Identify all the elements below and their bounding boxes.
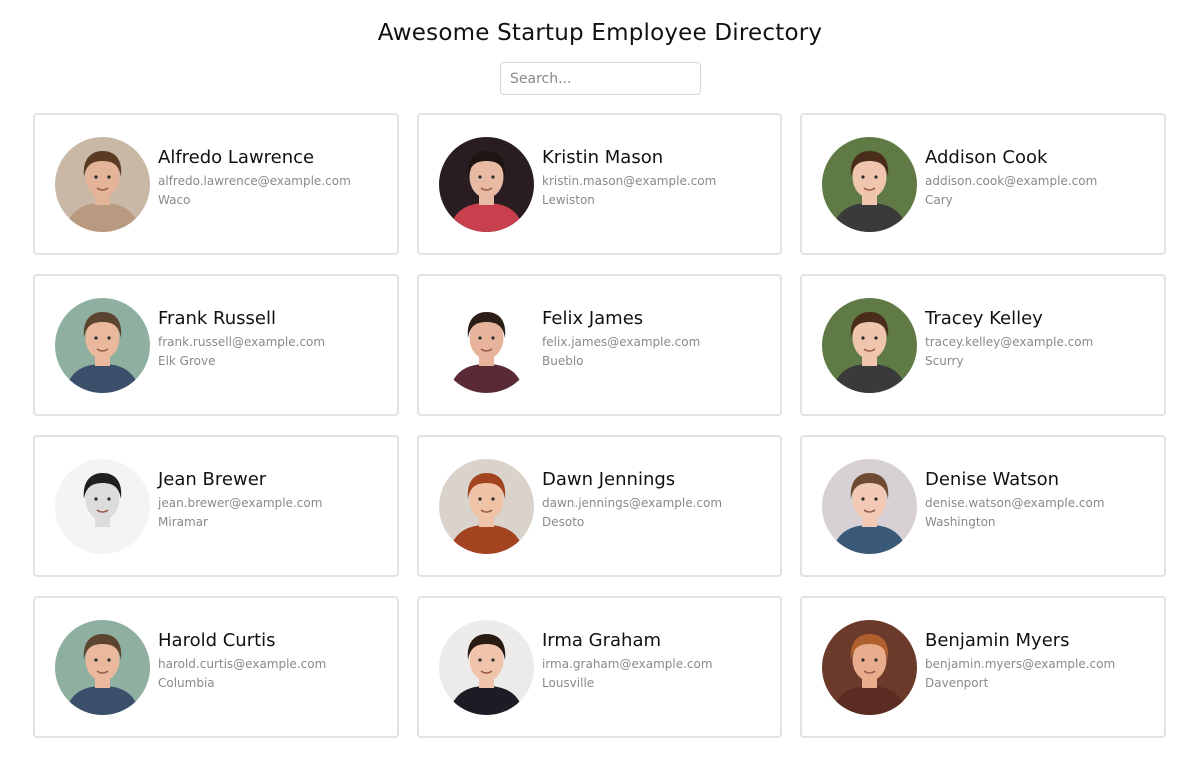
employee-name: Harold Curtis — [158, 630, 276, 651]
employee-card[interactable]: Addison Cook addison.cook@example.com Ca… — [800, 113, 1166, 255]
employee-name: Denise Watson — [925, 469, 1060, 490]
employee-card[interactable]: Dawn Jennings dawn.jennings@example.com … — [417, 435, 782, 577]
employee-name: Tracey Kelley — [925, 308, 1043, 329]
employee-card[interactable]: Benjamin Myers benjamin.myers@example.co… — [800, 596, 1166, 738]
avatar-photo — [822, 459, 917, 554]
avatar — [55, 137, 150, 232]
employee-city: Lewiston — [542, 193, 595, 207]
avatar — [822, 137, 917, 232]
avatar-photo — [55, 298, 150, 393]
employee-card[interactable]: Denise Watson denise.watson@example.com … — [800, 435, 1166, 577]
employee-card[interactable]: Kristin Mason kristin.mason@example.com … — [417, 113, 782, 255]
employee-name: Dawn Jennings — [542, 469, 676, 490]
avatar-photo — [822, 137, 917, 232]
employee-city: Scurry — [925, 354, 964, 368]
page-title: Awesome Startup Employee Directory — [377, 20, 823, 46]
employee-name: Frank Russell — [158, 308, 276, 329]
employee-city: Lousville — [542, 676, 595, 690]
employee-email: felix.james@example.com — [542, 335, 701, 349]
employee-city: Washington — [925, 515, 996, 529]
employee-email: addison.cook@example.com — [925, 174, 1098, 188]
avatar — [55, 459, 150, 554]
employee-name: Addison Cook — [925, 147, 1048, 168]
employee-card[interactable]: Harold Curtis harold.curtis@example.com … — [33, 596, 399, 738]
employee-email: tracey.kelley@example.com — [925, 335, 1094, 349]
employee-card[interactable]: Felix James felix.james@example.com Bueb… — [417, 274, 782, 416]
employee-email: frank.russell@example.com — [158, 335, 326, 349]
employee-email: kristin.mason@example.com — [542, 174, 717, 188]
employee-name: Kristin Mason — [542, 147, 664, 168]
employee-card[interactable]: Frank Russell frank.russell@example.com … — [33, 274, 399, 416]
avatar — [439, 137, 534, 232]
employee-name: Jean Brewer — [158, 469, 267, 490]
avatar — [439, 620, 534, 715]
employee-name: Irma Graham — [542, 630, 662, 651]
avatar — [439, 298, 534, 393]
avatar-photo — [55, 459, 150, 554]
employee-city: Desoto — [542, 515, 585, 529]
avatar-photo — [55, 620, 150, 715]
employee-card[interactable]: Alfredo Lawrence alfredo.lawrence@exampl… — [33, 113, 399, 255]
avatar-photo — [439, 298, 534, 393]
employee-city: Waco — [158, 193, 191, 207]
employee-email: jean.brewer@example.com — [158, 496, 323, 510]
employee-email: irma.graham@example.com — [542, 657, 713, 671]
employee-card[interactable]: Jean Brewer jean.brewer@example.com Mira… — [33, 435, 399, 577]
employee-city: Elk Grove — [158, 354, 216, 368]
employee-email: alfredo.lawrence@example.com — [158, 174, 351, 188]
employee-grid: Alfredo Lawrence alfredo.lawrence@exampl… — [33, 113, 1166, 738]
employee-email: benjamin.myers@example.com — [925, 657, 1116, 671]
employee-card[interactable]: Tracey Kelley tracey.kelley@example.com … — [800, 274, 1166, 416]
employee-city: Columbia — [158, 676, 215, 690]
avatar-photo — [822, 298, 917, 393]
avatar-photo — [439, 137, 534, 232]
avatar-photo — [439, 620, 534, 715]
avatar — [439, 459, 534, 554]
search-input[interactable] — [500, 62, 701, 95]
avatar — [55, 298, 150, 393]
employee-email: dawn.jennings@example.com — [542, 496, 723, 510]
employee-city: Bueblo — [542, 354, 584, 368]
employee-city: Miramar — [158, 515, 208, 529]
employee-name: Felix James — [542, 308, 644, 329]
employee-name: Benjamin Myers — [925, 630, 1070, 651]
avatar-photo — [439, 459, 534, 554]
avatar — [822, 298, 917, 393]
employee-email: harold.curtis@example.com — [158, 657, 327, 671]
avatar-photo — [822, 620, 917, 715]
employee-email: denise.watson@example.com — [925, 496, 1105, 510]
employee-city: Davenport — [925, 676, 989, 690]
avatar — [822, 620, 917, 715]
avatar — [55, 620, 150, 715]
employee-name: Alfredo Lawrence — [158, 147, 315, 168]
avatar — [822, 459, 917, 554]
employee-city: Cary — [925, 193, 953, 207]
avatar-photo — [55, 137, 150, 232]
employee-card[interactable]: Irma Graham irma.graham@example.com Lous… — [417, 596, 782, 738]
